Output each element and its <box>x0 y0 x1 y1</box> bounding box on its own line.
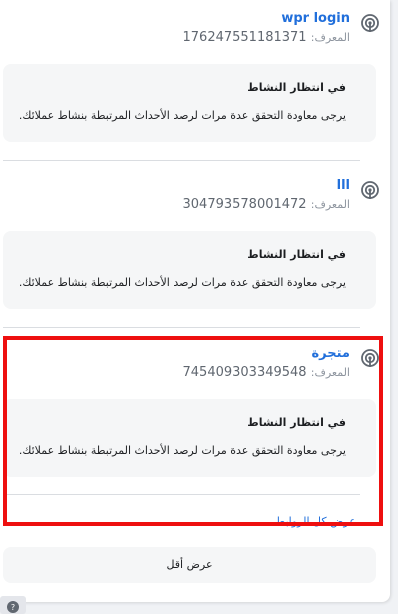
broadcast-icon <box>361 349 379 367</box>
entry-id: المعرف: 176247551181371 <box>183 28 350 48</box>
svg-text:?: ? <box>11 603 15 612</box>
divider <box>3 327 360 328</box>
status-title: في انتظار النشاط <box>247 416 346 429</box>
id-value: 745409303349548 <box>182 365 307 380</box>
id-label: المعرف: <box>310 366 350 379</box>
entry-name[interactable]: wpr login <box>281 10 350 28</box>
status-description: يرجى معاودة التحقق عدة مرات لرصد الأحداث… <box>18 276 346 289</box>
broadcast-icon <box>361 14 379 32</box>
id-label: المعرف: <box>310 198 350 211</box>
entry-name[interactable]: متجرة <box>312 345 351 363</box>
id-value: 304793578001472 <box>182 197 307 212</box>
divider <box>3 160 360 161</box>
view-all-links-link[interactable]: عرض كل الروابط <box>275 515 356 528</box>
id-label: المعرف: <box>310 31 350 44</box>
integrations-panel: wpr login المعرف: 176247551181371 في انت… <box>0 0 390 602</box>
id-value: 176247551181371 <box>182 30 307 45</box>
status-box: في انتظار النشاط يرجى معاودة التحقق عدة … <box>3 231 376 309</box>
entry-header: wpr login المعرف: 176247551181371 <box>0 10 380 54</box>
entry-name[interactable]: ااا <box>337 177 350 195</box>
status-title: في انتظار النشاط <box>247 81 346 94</box>
help-icon[interactable]: ? <box>0 596 26 614</box>
broadcast-icon <box>361 181 379 199</box>
divider <box>3 494 360 495</box>
status-title: في انتظار النشاط <box>247 248 346 261</box>
entry-id: المعرف: 304793578001472 <box>183 195 350 215</box>
status-box: في انتظار النشاط يرجى معاودة التحقق عدة … <box>3 64 376 142</box>
status-description: يرجى معاودة التحقق عدة مرات لرصد الأحداث… <box>18 109 346 122</box>
entry-id: المعرف: 745409303349548 <box>183 363 350 383</box>
status-description: يرجى معاودة التحقق عدة مرات لرصد الأحداث… <box>18 444 346 457</box>
entry-header: ااا المعرف: 304793578001472 <box>0 177 380 221</box>
entry-header: متجرة المعرف: 745409303349548 <box>0 345 380 389</box>
status-box: في انتظار النشاط يرجى معاودة التحقق عدة … <box>3 399 376 477</box>
view-less-button[interactable]: عرض أقل <box>3 547 376 583</box>
